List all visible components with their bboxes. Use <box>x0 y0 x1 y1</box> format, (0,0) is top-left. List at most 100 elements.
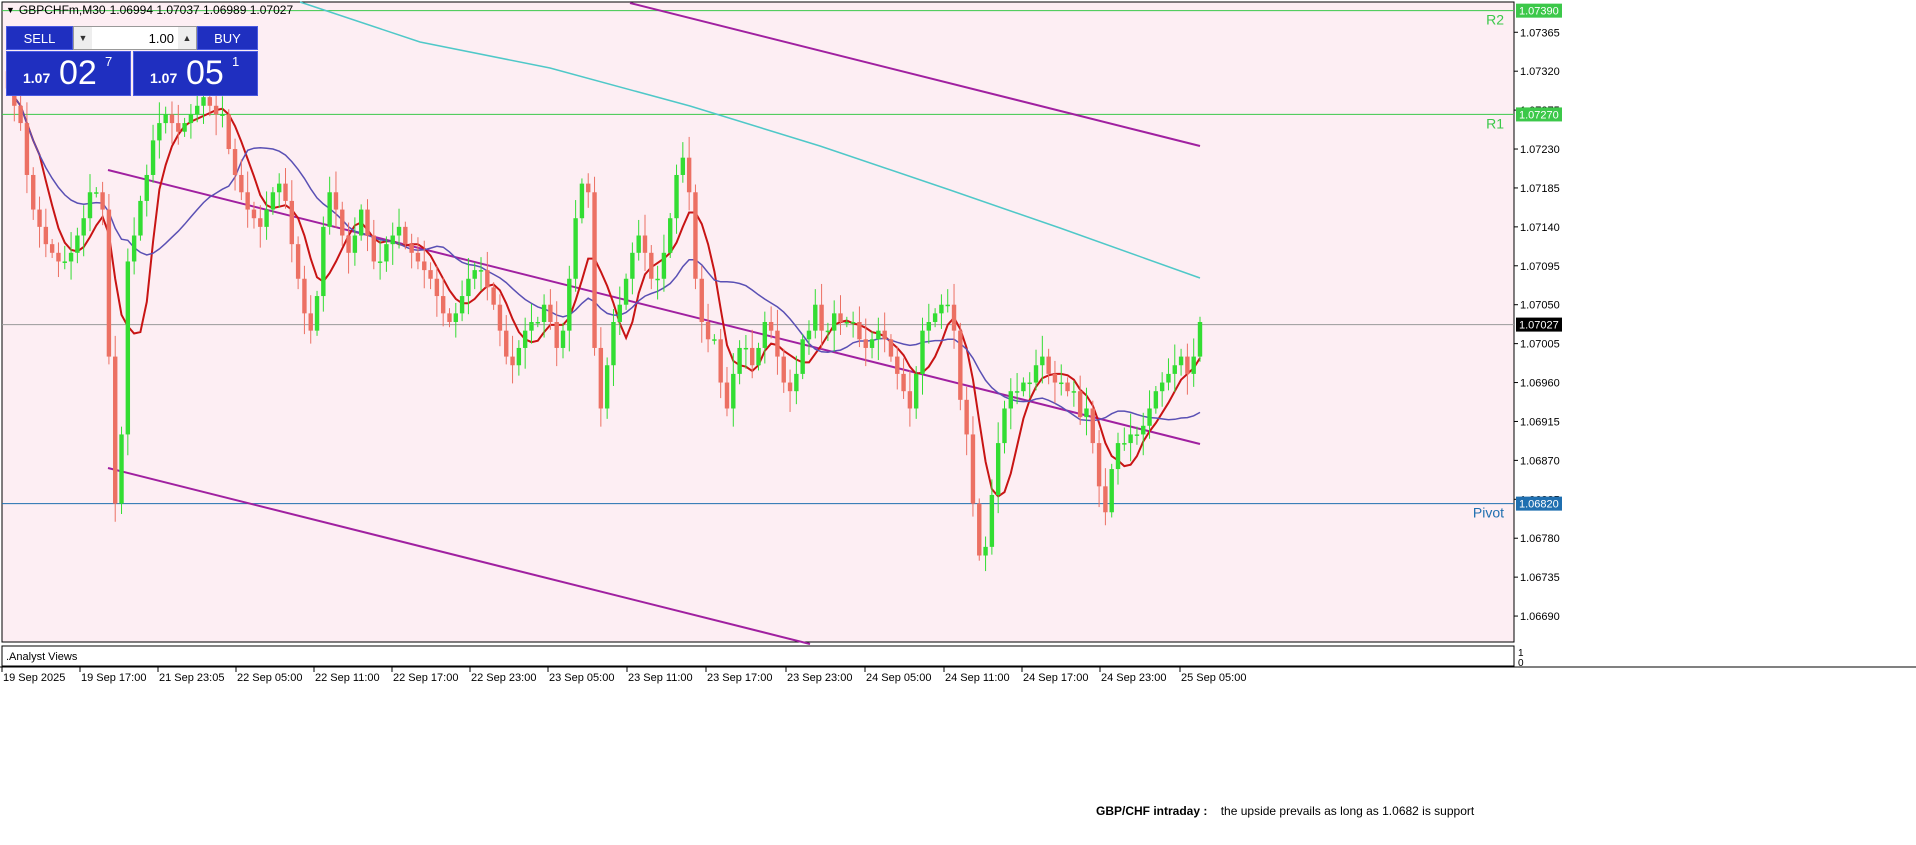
buy-button[interactable]: BUY <box>196 26 258 50</box>
candle-body <box>762 322 768 348</box>
candle-body <box>157 123 162 141</box>
candle-body <box>119 434 124 504</box>
time-tick-label: 24 Sep 05:00 <box>866 672 931 684</box>
level-label-r1: R1 <box>1486 115 1504 131</box>
candle-body <box>630 252 635 279</box>
time-tick-label: 21 Sep 23:05 <box>159 672 224 684</box>
candle-body <box>138 200 143 236</box>
candle-body <box>371 235 376 262</box>
candle-body <box>529 322 534 331</box>
candle-body <box>806 330 812 340</box>
candle-body <box>384 244 389 262</box>
sell-price-fraction: 7 <box>105 54 113 69</box>
analyst-view-text: GBP/CHF intraday : the upside prevails a… <box>1096 804 1474 818</box>
candle-body <box>220 114 225 116</box>
candle-body <box>642 235 648 253</box>
candle-body <box>94 192 99 194</box>
subwindow-scale-bottom: 0 <box>1518 658 1524 669</box>
candle-body <box>491 287 496 305</box>
buy-quote-button[interactable]: 1.07 05 1 <box>133 51 258 96</box>
candle-body <box>504 330 509 357</box>
candle-body <box>1185 356 1190 374</box>
candle-body <box>466 278 471 297</box>
candle-body <box>100 192 105 210</box>
candle-body <box>775 330 780 357</box>
time-tick-label: 23 Sep 05:00 <box>549 672 614 684</box>
candle-body <box>422 261 427 271</box>
time-tick-label: 22 Sep 11:00 <box>315 672 380 684</box>
candle-body <box>674 174 679 219</box>
candle-body <box>302 278 307 314</box>
candle-body <box>680 157 686 175</box>
candle-body <box>125 261 131 435</box>
candle-body <box>1065 382 1070 392</box>
price-tick-label: 1.07140 <box>1520 222 1560 234</box>
candle-body <box>377 261 383 263</box>
candle-body <box>926 322 932 331</box>
time-tick-label: 23 Sep 17:00 <box>707 672 772 684</box>
candle-body <box>838 313 843 322</box>
candle-body <box>567 278 572 331</box>
candle-body <box>712 339 717 341</box>
candle-body <box>434 278 440 297</box>
candle-body <box>869 339 875 348</box>
candle-body <box>1002 408 1007 444</box>
chart-title: ▼ GBPCHFm,M30 1.06994 1.07037 1.06989 1.… <box>6 3 293 17</box>
candle-body <box>276 183 282 193</box>
candle-body <box>49 244 55 253</box>
price-chart[interactable]: R2R1Pivot 1.073651.073201.072751.072301.… <box>0 0 1916 840</box>
candle-body <box>907 391 913 409</box>
candle-body <box>958 330 963 400</box>
candle-body <box>768 322 774 331</box>
candle-body <box>964 399 969 435</box>
candle-body <box>289 200 295 245</box>
candle-body <box>995 443 1001 495</box>
candle-body <box>428 270 433 279</box>
candle-body <box>308 313 313 331</box>
chart-canvas[interactable]: R2R1Pivot 1.073651.073201.072751.072301.… <box>0 0 1916 840</box>
candle-body <box>945 304 950 307</box>
candle-body <box>977 503 982 556</box>
candle-body <box>163 114 168 124</box>
analyst-view-message: the upside prevails as long as 1.0682 is… <box>1220 804 1475 818</box>
candle-body <box>1059 382 1064 385</box>
subwindow-title: .Analyst Views <box>6 651 78 663</box>
candle-body <box>1077 391 1083 418</box>
time-tick-label: 23 Sep 23:00 <box>787 672 852 684</box>
candle-body <box>1103 486 1108 513</box>
candle-body <box>195 105 200 115</box>
candle-body <box>1008 391 1013 409</box>
candle-body <box>598 347 604 409</box>
indicator-subwindow: .Analyst Views 10 <box>1 645 1524 669</box>
candle-body <box>800 339 805 374</box>
candle-body <box>68 252 74 262</box>
sell-button[interactable]: SELL <box>6 26 73 50</box>
price-tick-label: 1.06960 <box>1520 378 1560 390</box>
lot-increase-icon[interactable]: ▲ <box>177 27 196 49</box>
sell-quote-button[interactable]: 1.07 02 7 <box>6 51 131 96</box>
lot-decrease-icon[interactable]: ▼ <box>73 27 92 49</box>
candle-body <box>951 304 957 331</box>
analyst-view-label: GBP/CHF intraday : <box>1096 804 1208 818</box>
lot-size-input[interactable] <box>91 27 178 49</box>
candle-body <box>31 174 36 210</box>
candle-body <box>699 278 704 322</box>
candle-body <box>1071 391 1077 393</box>
candle-body <box>1172 365 1177 374</box>
plot-background <box>1 1 1515 643</box>
candle-body <box>731 373 736 409</box>
candle-body <box>81 218 86 236</box>
candle-body <box>314 296 320 331</box>
candle-body <box>43 226 49 245</box>
collapse-triangle-icon[interactable]: ▼ <box>6 5 15 15</box>
candle-body <box>447 313 452 322</box>
candle-body <box>882 330 887 340</box>
candle-body <box>535 322 540 324</box>
candle-body <box>989 494 995 547</box>
candle-body <box>901 373 906 392</box>
candle-body <box>295 244 301 279</box>
candle-body <box>1033 365 1039 383</box>
candle-body <box>1115 443 1121 470</box>
candle-body <box>1197 322 1203 357</box>
candle-body <box>813 304 818 331</box>
